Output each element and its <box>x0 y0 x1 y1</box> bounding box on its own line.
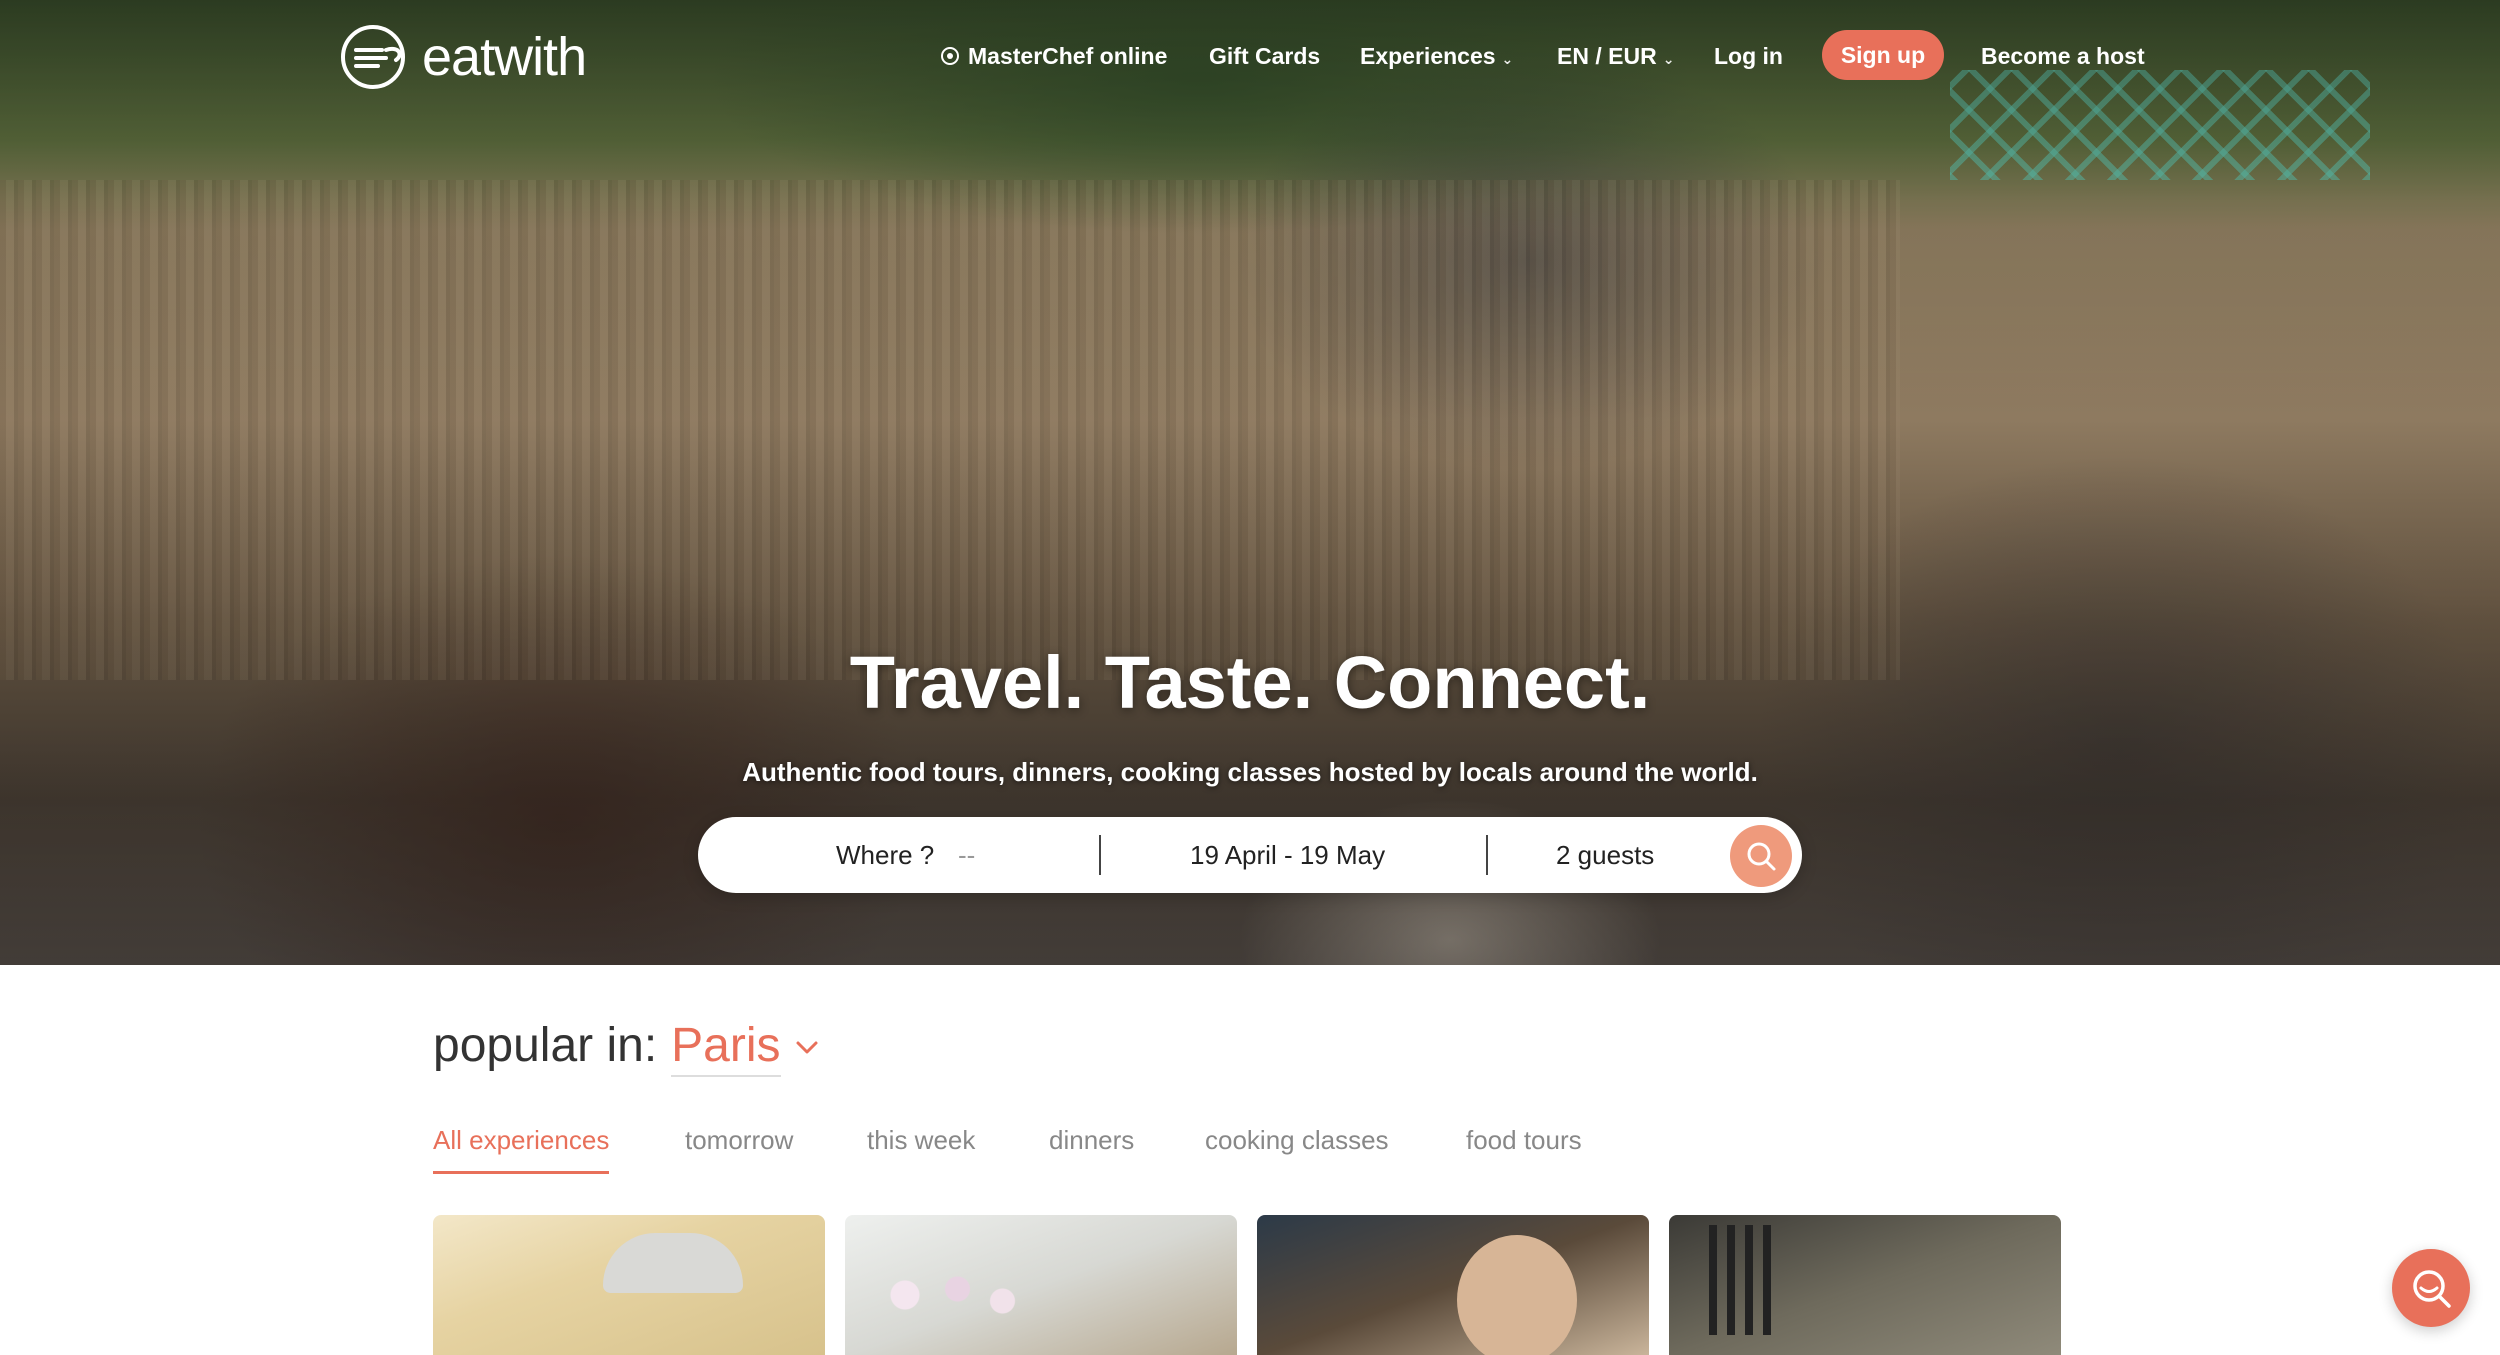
top-nav: MasterChef online Gift Cards Experiences… <box>0 34 2500 78</box>
where-value[interactable]: -- <box>958 817 975 893</box>
card-image <box>1709 1225 1779 1335</box>
card-image <box>1457 1235 1577 1355</box>
masterchef-icon <box>941 47 959 65</box>
tab-all-experiences[interactable]: All experiences <box>433 1125 610 1175</box>
search-divider <box>1099 835 1101 875</box>
popular-heading: popular in: Paris <box>433 1018 821 1088</box>
experience-card[interactable] <box>433 1215 825 1355</box>
tab-food-tours[interactable]: food tours <box>1466 1125 1582 1175</box>
guests-field[interactable]: 2 guests <box>1556 817 1654 893</box>
card-image <box>875 1265 1025 1325</box>
city-selector[interactable]: Paris <box>671 1018 781 1077</box>
search-button[interactable] <box>1730 825 1792 887</box>
experience-card[interactable] <box>1257 1215 1649 1355</box>
nav-gift-cards[interactable]: Gift Cards <box>1209 34 1320 78</box>
tab-cooking-classes[interactable]: cooking classes <box>1205 1125 1389 1175</box>
chevron-down-icon: ⌄ <box>1662 51 1675 67</box>
chat-search-icon <box>2413 1270 2451 1308</box>
hero-subtitle: Authentic food tours, dinners, cooking c… <box>742 757 1758 787</box>
signup-button[interactable]: Sign up <box>1822 30 1944 80</box>
chat-help-button[interactable] <box>2392 1249 2470 1327</box>
search-icon <box>1747 842 1776 871</box>
tab-this-week[interactable]: this week <box>867 1125 975 1175</box>
chevron-down-icon[interactable] <box>793 1033 821 1061</box>
tab-tomorrow[interactable]: tomorrow <box>685 1125 793 1175</box>
tab-dinners[interactable]: dinners <box>1049 1125 1134 1175</box>
nav-masterchef-online[interactable]: MasterChef online <box>940 34 1167 78</box>
popular-label: popular in: <box>433 1019 658 1072</box>
card-image <box>603 1233 743 1293</box>
nav-locale-label: EN / EUR <box>1557 43 1657 69</box>
nav-locale[interactable]: EN / EUR ⌄ <box>1557 34 1674 78</box>
where-field[interactable]: Where ? <box>836 817 934 893</box>
nav-login[interactable]: Log in <box>1714 34 1783 78</box>
chevron-down-icon: ⌄ <box>1501 51 1514 67</box>
dates-field[interactable]: 19 April - 19 May <box>1190 817 1385 893</box>
nav-experiences-label: Experiences <box>1360 43 1496 69</box>
hero-title: Travel. Taste. Connect. <box>849 641 1651 724</box>
search-divider <box>1486 835 1488 875</box>
nav-masterchef-label: MasterChef online <box>968 43 1168 69</box>
experience-card[interactable] <box>845 1215 1237 1355</box>
nav-become-host[interactable]: Become a host <box>1981 34 2145 78</box>
nav-experiences[interactable]: Experiences ⌄ <box>1360 34 1513 78</box>
search-bar: Where ? -- 19 April - 19 May 2 guests <box>698 817 1802 893</box>
experience-card[interactable] <box>1669 1215 2061 1355</box>
